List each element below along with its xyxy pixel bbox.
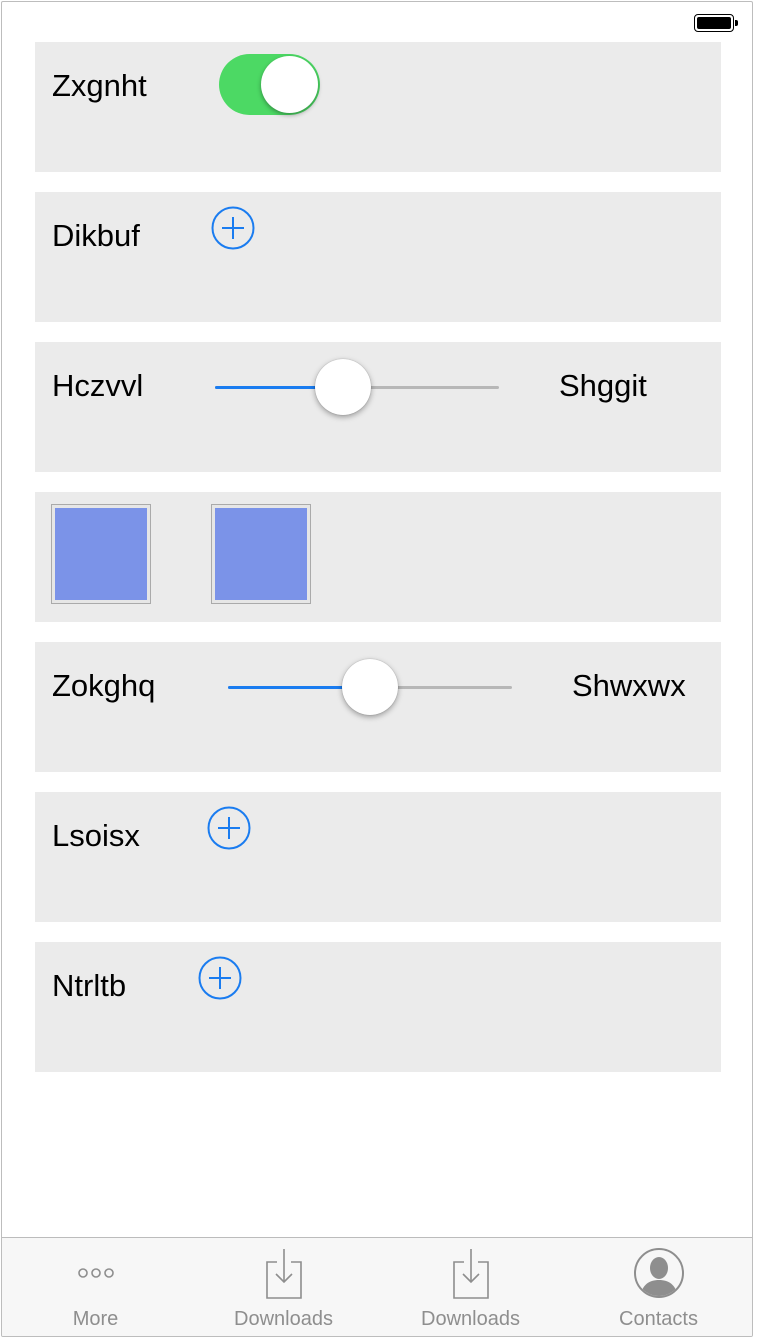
tab-bar: More Downloads Downloads Contacts xyxy=(2,1237,752,1336)
more-dots-icon xyxy=(77,1268,114,1278)
slider[interactable] xyxy=(215,359,499,415)
add-row-dikbuf: Dikbuf xyxy=(35,192,721,322)
battery-icon xyxy=(694,14,738,32)
toggle-knob xyxy=(261,56,318,113)
tab-label: Downloads xyxy=(421,1308,520,1330)
slider-label: Zokghq xyxy=(52,668,156,703)
tab-downloads-2[interactable]: Downloads xyxy=(377,1238,564,1336)
download-icon xyxy=(452,1249,489,1299)
plus-circle-icon[interactable] xyxy=(211,206,255,250)
add-row-lsoisx: Lsoisx xyxy=(35,792,721,922)
app-window: Zxgnht Dikbuf Hczvvl Shggit Zokghq Shwxw… xyxy=(1,1,753,1337)
toggle-switch[interactable] xyxy=(219,54,320,115)
slider-label: Hczvvl xyxy=(52,368,144,403)
plus-circle-icon[interactable] xyxy=(207,806,251,850)
tab-label: Contacts xyxy=(619,1308,698,1330)
slider-value-label: Shggit xyxy=(559,368,647,403)
swatch-row xyxy=(35,492,721,622)
tab-more[interactable]: More xyxy=(2,1238,189,1336)
slider-row-zokghq: Zokghq Shwxwx xyxy=(35,642,721,772)
download-icon xyxy=(265,1249,302,1299)
slider[interactable] xyxy=(228,659,512,715)
slider-thumb[interactable] xyxy=(314,359,371,415)
contact-avatar-icon xyxy=(633,1248,684,1298)
add-row-ntrltb: Ntrltb xyxy=(35,942,721,1072)
slider-thumb[interactable] xyxy=(342,659,398,715)
color-swatch[interactable] xyxy=(51,504,151,604)
slider-value-label: Shwxwx xyxy=(572,668,686,703)
color-swatch[interactable] xyxy=(211,504,311,604)
plus-circle-icon[interactable] xyxy=(198,956,242,1000)
add-row-label: Lsoisx xyxy=(52,818,140,853)
slider-row-hczvvl: Hczvvl Shggit xyxy=(35,342,721,472)
tab-label: More xyxy=(72,1308,119,1330)
add-row-label: Ntrltb xyxy=(52,968,127,1003)
toggle-row: Zxgnht xyxy=(35,42,721,172)
tab-label: Downloads xyxy=(234,1308,333,1330)
add-row-label: Dikbuf xyxy=(52,218,140,253)
tab-downloads[interactable]: Downloads xyxy=(190,1238,377,1336)
toggle-label: Zxgnht xyxy=(52,68,147,103)
tab-contacts[interactable]: Contacts xyxy=(565,1238,752,1336)
